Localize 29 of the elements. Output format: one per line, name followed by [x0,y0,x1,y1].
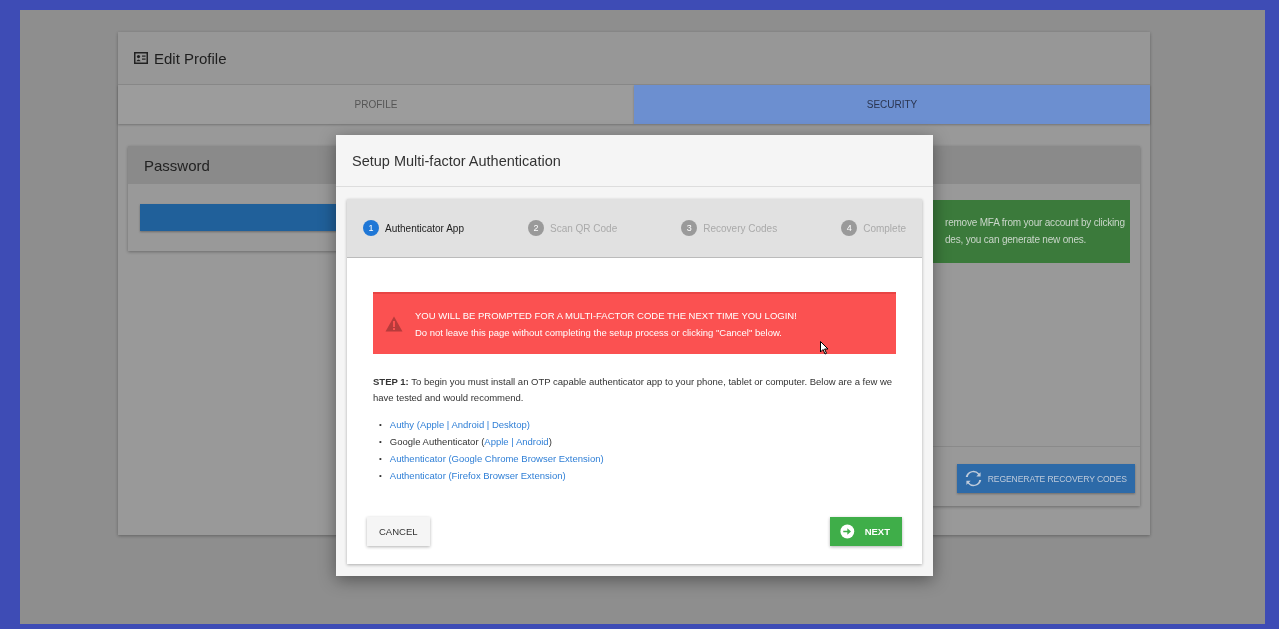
id-card-icon [134,52,148,64]
tab[interactable]: SECURITY [634,85,1150,124]
step-number: 3 [681,220,698,236]
app-link[interactable]: Apple | Android [484,436,549,447]
step-number: 4 [841,220,858,236]
bullet: • [379,419,382,431]
step-number: 1 [363,220,379,236]
cursor-icon [820,341,829,355]
step-number: 2 [527,220,544,236]
tab[interactable]: PROFILE [118,85,634,124]
alert-text: Do not leave this page without completing the setup process or clicking "Cancel" below. [415,326,783,340]
alert-heading: YOU WILL BE PROMPTED FOR A MULTI-FACTOR CODE THE NEXT TIME YOU LOGIN! [415,309,797,323]
page-title: Edit Profile [154,49,227,67]
bullet: • [379,453,382,465]
step-tab[interactable]: 1 Authenticator App [363,220,464,236]
app-link[interactable]: Authenticator (Google Chrome Browser Extension) [389,453,604,464]
regenerate-button[interactable]: REGENERATE RECOVERY CODES [956,464,1135,493]
modal-title: Setup Multi-factor Authentication [336,135,933,187]
app-item: Google Authenticator (Apple | Android) [389,435,552,449]
app-link[interactable]: Authenticator (Firefox Browser Extension) [389,470,566,481]
refresh-icon [964,470,982,487]
next-button[interactable]: NEXT [830,517,902,546]
instructions-text: STEP 1: To begin you must install an OTP capable authenticator app to your phone, tablet or computer. Below are a few we have tested and would recommend. [373,375,894,405]
cancel-button[interactable]: CANCEL [367,517,430,546]
arrow-right-circle-icon [840,523,855,540]
bullet: • [379,470,382,482]
warning-icon [385,316,403,332]
bullet: • [379,436,382,448]
app-link[interactable]: Authy (Apple | Android | Desktop) [389,419,530,430]
